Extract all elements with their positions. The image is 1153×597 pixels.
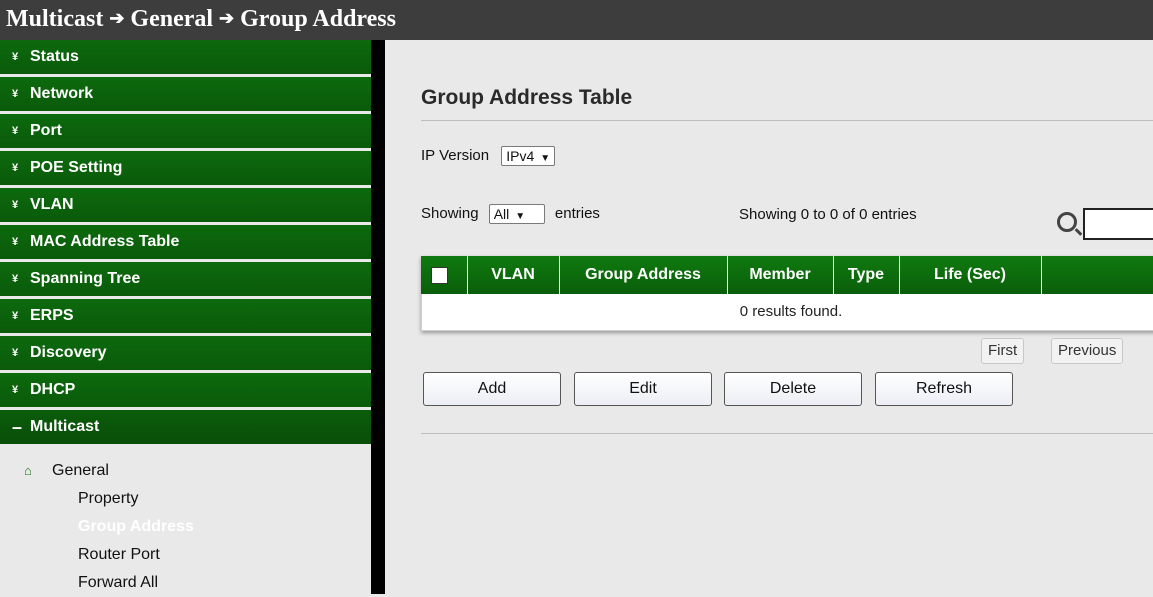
breadcrumb-multicast: Multicast xyxy=(6,6,104,32)
sidebar-item-erps[interactable]: ¥ ERPS xyxy=(0,299,371,333)
column-group-address[interactable]: Group Address xyxy=(559,256,728,294)
entries-label: entries xyxy=(554,204,600,222)
refresh-button[interactable]: Refresh xyxy=(875,372,1013,406)
sidebar-item-label: Spanning Tree xyxy=(30,270,141,288)
sidebar-item-poe-setting[interactable]: ¥ POE Setting xyxy=(0,151,371,185)
column-life-sec[interactable]: Life (Sec) xyxy=(899,256,1042,294)
ip-version-row: IP Version IPv4 ▼ xyxy=(421,146,556,166)
sidebar-item-status[interactable]: ¥ Status xyxy=(0,40,371,74)
column-vlan[interactable]: VLAN xyxy=(467,256,560,294)
sidebar-item-label: POE Setting xyxy=(30,159,123,177)
main-content: Group Address Table IP Version IPv4 ▼ Sho… xyxy=(385,40,1153,594)
submenu-router-port[interactable]: Router Port xyxy=(0,541,371,569)
breadcrumb-general: General xyxy=(130,6,214,32)
divider xyxy=(421,433,1153,434)
showing-row: Showing All ▼ entries xyxy=(421,204,600,224)
sidebar-splitter[interactable] xyxy=(371,40,385,594)
arrow-icon: ➔ xyxy=(219,8,235,28)
table-empty-row: 0 results found. xyxy=(421,294,1153,331)
expand-icon: ¥ xyxy=(12,310,19,322)
sidebar-item-label: Discovery xyxy=(30,344,107,362)
group-address-table: VLAN Group Address Member Type Life (Sec… xyxy=(421,256,1153,331)
sidebar-item-label: MAC Address Table xyxy=(30,233,180,251)
sidebar-item-label: DHCP xyxy=(30,381,76,399)
select-all-cell xyxy=(421,256,468,294)
sidebar-item-spanning-tree[interactable]: ¥ Spanning Tree xyxy=(0,262,371,296)
home-icon: ⌂ xyxy=(24,463,32,478)
pagination-previous-button[interactable]: Previous xyxy=(1051,338,1124,364)
sidebar-item-network[interactable]: ¥ Network xyxy=(0,77,371,111)
ip-version-select[interactable]: IPv4 ▼ xyxy=(501,146,556,166)
expand-icon: ¥ xyxy=(12,88,19,100)
sidebar-item-label: ERPS xyxy=(30,307,74,325)
sidebar-item-mac-address-table[interactable]: ¥ MAC Address Table xyxy=(0,225,371,259)
sidebar-item-discovery[interactable]: ¥ Discovery xyxy=(0,336,371,370)
ip-version-label: IP Version xyxy=(421,146,490,164)
sidebar-item-label: Port xyxy=(30,122,62,140)
table-header: VLAN Group Address Member Type Life (Sec… xyxy=(421,256,1153,294)
multicast-submenu: ⌂ General Property Group Address Router P… xyxy=(0,447,371,597)
breadcrumb-group-address: Group Address xyxy=(240,6,396,32)
chevron-down-icon: ▼ xyxy=(540,153,551,164)
delete-button[interactable]: Delete xyxy=(724,372,862,406)
sidebar-item-multicast[interactable]: – Multicast xyxy=(0,410,371,444)
add-button[interactable]: Add xyxy=(423,372,561,406)
expand-icon: ¥ xyxy=(12,236,19,248)
expand-icon: ¥ xyxy=(12,162,19,174)
expand-icon: ¥ xyxy=(12,51,19,63)
expand-icon: ¥ xyxy=(12,273,19,285)
entries-per-page-value: All xyxy=(493,206,510,222)
submenu-property[interactable]: Property xyxy=(0,485,371,513)
select-all-checkbox[interactable] xyxy=(431,267,448,284)
expand-icon: ¥ xyxy=(12,125,19,137)
sidebar-item-label: Status xyxy=(30,48,79,66)
search-input[interactable] xyxy=(1083,208,1153,240)
chevron-down-icon: ▼ xyxy=(515,211,526,222)
arrow-icon: ➔ xyxy=(109,8,125,28)
expand-icon: ¥ xyxy=(12,199,19,211)
pagination-first-button[interactable]: First xyxy=(981,338,1025,364)
sidebar-item-port[interactable]: ¥ Port xyxy=(0,114,371,148)
divider xyxy=(421,120,1153,121)
sidebar-item-dhcp[interactable]: ¥ DHCP xyxy=(0,373,371,407)
submenu-forward-all[interactable]: Forward All xyxy=(0,569,371,597)
expand-icon: ¥ xyxy=(12,347,19,359)
expand-icon: ¥ xyxy=(12,384,19,396)
showing-label: Showing xyxy=(421,204,479,222)
column-type[interactable]: Type xyxy=(833,256,900,294)
entries-info: Showing 0 to 0 of 0 entries xyxy=(739,206,917,223)
title-bar: Multicast ➔ General ➔ Group Address xyxy=(0,0,1153,40)
submenu-general[interactable]: ⌂ General xyxy=(0,457,371,485)
sidebar-item-label: Multicast xyxy=(30,418,100,436)
sidebar-item-vlan[interactable]: ¥ VLAN xyxy=(0,188,371,222)
page-title: Group Address Table xyxy=(421,86,633,109)
ip-version-value: IPv4 xyxy=(506,148,535,164)
column-member[interactable]: Member xyxy=(727,256,834,294)
search-icon xyxy=(1057,212,1077,232)
edit-button[interactable]: Edit xyxy=(574,372,712,406)
submenu-general-label: General xyxy=(52,462,109,479)
breadcrumb: Multicast ➔ General ➔ Group Address xyxy=(6,6,396,33)
entries-per-page-select[interactable]: All ▼ xyxy=(488,204,545,224)
collapse-icon: – xyxy=(12,417,23,437)
sidebar-item-label: VLAN xyxy=(30,196,74,214)
submenu-group-address[interactable]: Group Address xyxy=(0,513,371,541)
sidebar: ¥ Status ¥ Network ¥ Port ¥ POE Setting ¥ VLA… xyxy=(0,40,371,594)
sidebar-item-label: Network xyxy=(30,85,94,103)
